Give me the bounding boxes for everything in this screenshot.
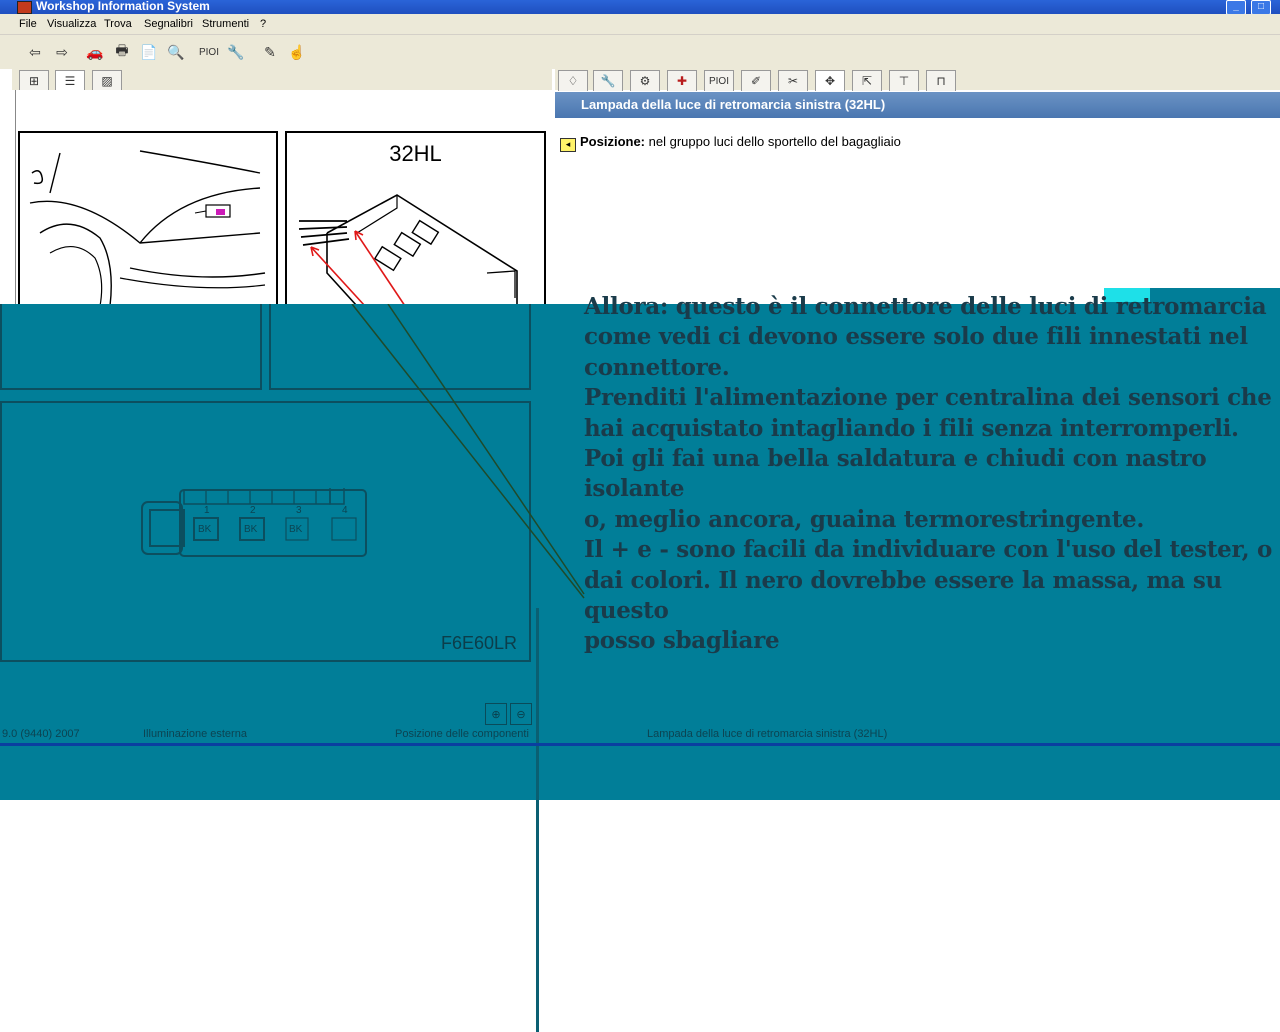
maximize-button[interactable]: □: [1251, 0, 1271, 15]
menu-strumenti[interactable]: Strumenti: [202, 18, 249, 30]
right-pane-tabs: ♢ 🔧 ⚙ ✚ PIOI ✐ ✂ ✥ ⇱ ⊤ ⊓: [555, 68, 1280, 91]
position-row: ◂ Posizione: nel gruppo luci dello sporte…: [560, 134, 901, 152]
menu-visualizza[interactable]: Visualizza: [47, 18, 96, 30]
connector-figure: 32HL: [285, 131, 546, 306]
document-export-icon[interactable]: 📄: [139, 43, 159, 61]
diagram-icon[interactable]: ⊤: [889, 70, 919, 91]
tree-view-icon[interactable]: ⊞: [19, 70, 49, 91]
move-icon[interactable]: ✥: [815, 70, 845, 91]
pencil-icon[interactable]: ✎: [260, 43, 280, 61]
forward-arrow-icon[interactable]: ⇨: [52, 43, 72, 61]
menu-bar: File Visualizza Trova Segnalibri Strumen…: [0, 14, 1280, 35]
jack-icon[interactable]: ⊓: [926, 70, 956, 91]
list-view-icon[interactable]: ☰: [55, 70, 85, 91]
menu-segnalibri[interactable]: Segnalibri: [144, 18, 193, 30]
lift-icon[interactable]: ⇱: [852, 70, 882, 91]
pioi-button[interactable]: PIOI: [197, 43, 221, 61]
image-view-icon[interactable]: ▨: [92, 70, 122, 91]
main-toolbar: ⇦ ⇨ 🚗 🖶 📄 🔍 PIOI 🔧 ✎ ☝: [0, 35, 1280, 69]
position-label: Posizione:: [580, 134, 646, 149]
minimize-button[interactable]: _: [1226, 0, 1246, 15]
annotation-arrows: [351, 304, 585, 599]
component-icon[interactable]: ♢: [558, 70, 588, 91]
left-pane-tabs: ⊞ ☰ ▨: [12, 68, 552, 91]
pointer-icon[interactable]: ☝: [287, 43, 307, 61]
connector-illustration: [298, 194, 518, 306]
car-location-figure: [18, 131, 278, 307]
pane-splitter[interactable]: [536, 608, 539, 1032]
back-arrow-icon[interactable]: ⇦: [25, 43, 45, 61]
status-view: Posizione delle componenti: [395, 728, 529, 740]
menu-file[interactable]: File: [19, 18, 37, 30]
print-icon[interactable]: 🖶: [112, 42, 132, 61]
position-value: nel gruppo luci dello sportello del baga…: [648, 134, 901, 149]
binoculars-icon[interactable]: 🔍: [166, 43, 186, 61]
gear-icon[interactable]: ⚙: [630, 70, 660, 91]
title-bar: Workshop Information System _ □: [0, 0, 1280, 15]
menu-help[interactable]: ?: [260, 18, 266, 30]
status-section: Illuminazione esterna: [143, 728, 247, 740]
tool-icon[interactable]: 🔧: [226, 43, 246, 61]
car-icon[interactable]: 🚗: [85, 43, 105, 61]
app-icon: [17, 1, 32, 14]
status-divider: [0, 743, 1280, 746]
status-component: Lampada della luce di retromarcia sinist…: [647, 728, 888, 740]
window-title: Workshop Information System: [36, 0, 210, 13]
status-bar: 9.0 (9440) 2007 Illuminazione esterna Po…: [0, 727, 1280, 743]
medical-icon[interactable]: ✚: [667, 70, 697, 91]
car-rear-illustration: [29, 150, 266, 307]
component-title: Lampada della luce di retromarcia sinist…: [581, 97, 886, 112]
status-version: 9.0 (9440) 2007: [2, 728, 80, 740]
menu-trova[interactable]: Trova: [104, 18, 132, 30]
back-link-icon[interactable]: ◂: [560, 138, 576, 152]
figure-code: F6E60LR: [441, 633, 518, 653]
screwdriver-icon[interactable]: ✐: [741, 70, 771, 91]
tools-icon[interactable]: ✂: [778, 70, 808, 91]
component-header: Lampada della luce di retromarcia sinist…: [555, 92, 1280, 118]
handwritten-note: Allora: questo è il connettore delle luc…: [584, 293, 1273, 655]
zoom-in-icon[interactable]: ⊕: [485, 703, 507, 725]
zoom-out-icon[interactable]: ⊖: [510, 703, 532, 725]
wrench-icon[interactable]: 🔧: [593, 70, 623, 91]
pioi-tab[interactable]: PIOI: [704, 70, 734, 91]
